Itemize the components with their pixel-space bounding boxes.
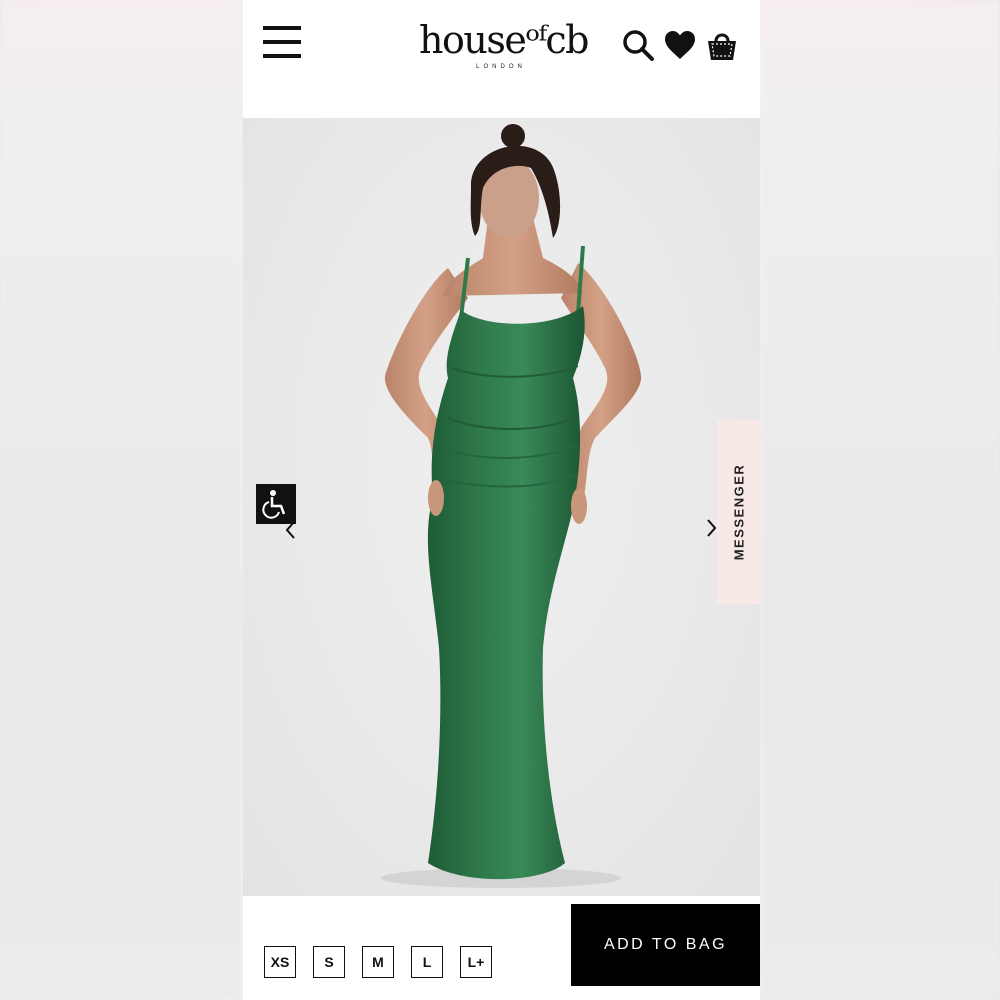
messenger-tab[interactable]: MESSENGER bbox=[717, 420, 760, 604]
mobile-screen: houseᵒᶠcb LONDON MESSENGER XS S M L L+ A… bbox=[243, 0, 760, 1000]
size-option-m[interactable]: M bbox=[362, 946, 394, 978]
messenger-label: MESSENGER bbox=[731, 463, 746, 561]
logo-wordmark: houseᵒᶠcb bbox=[419, 18, 590, 62]
logo-location: LONDON bbox=[476, 64, 526, 70]
model-photo bbox=[381, 124, 642, 888]
search-icon bbox=[623, 30, 654, 61]
chevron-left-icon bbox=[285, 521, 295, 539]
previous-image-button[interactable] bbox=[283, 518, 299, 542]
product-image[interactable]: MESSENGER bbox=[243, 118, 760, 896]
wishlist-button[interactable] bbox=[663, 28, 697, 62]
blurred-backdrop-left bbox=[0, 0, 243, 1000]
add-to-bag-button[interactable]: ADD TO BAG bbox=[571, 904, 760, 986]
bag-icon bbox=[708, 33, 736, 60]
purchase-bar: XS S M L L+ ADD TO BAG bbox=[243, 896, 760, 1000]
menu-icon bbox=[263, 26, 301, 30]
blurred-backdrop-right bbox=[760, 0, 1000, 1000]
size-option-l[interactable]: L bbox=[411, 946, 443, 978]
search-button[interactable] bbox=[621, 28, 655, 62]
size-option-xs[interactable]: XS bbox=[264, 946, 296, 978]
heart-icon bbox=[665, 31, 695, 59]
site-header: houseᵒᶠcb LONDON bbox=[243, 0, 760, 118]
size-option-s[interactable]: S bbox=[313, 946, 345, 978]
menu-button[interactable] bbox=[263, 26, 303, 62]
size-option-l-plus[interactable]: L+ bbox=[460, 946, 492, 978]
brand-logo[interactable]: houseᵒᶠcb LONDON bbox=[419, 18, 590, 80]
bag-button[interactable] bbox=[705, 28, 739, 62]
